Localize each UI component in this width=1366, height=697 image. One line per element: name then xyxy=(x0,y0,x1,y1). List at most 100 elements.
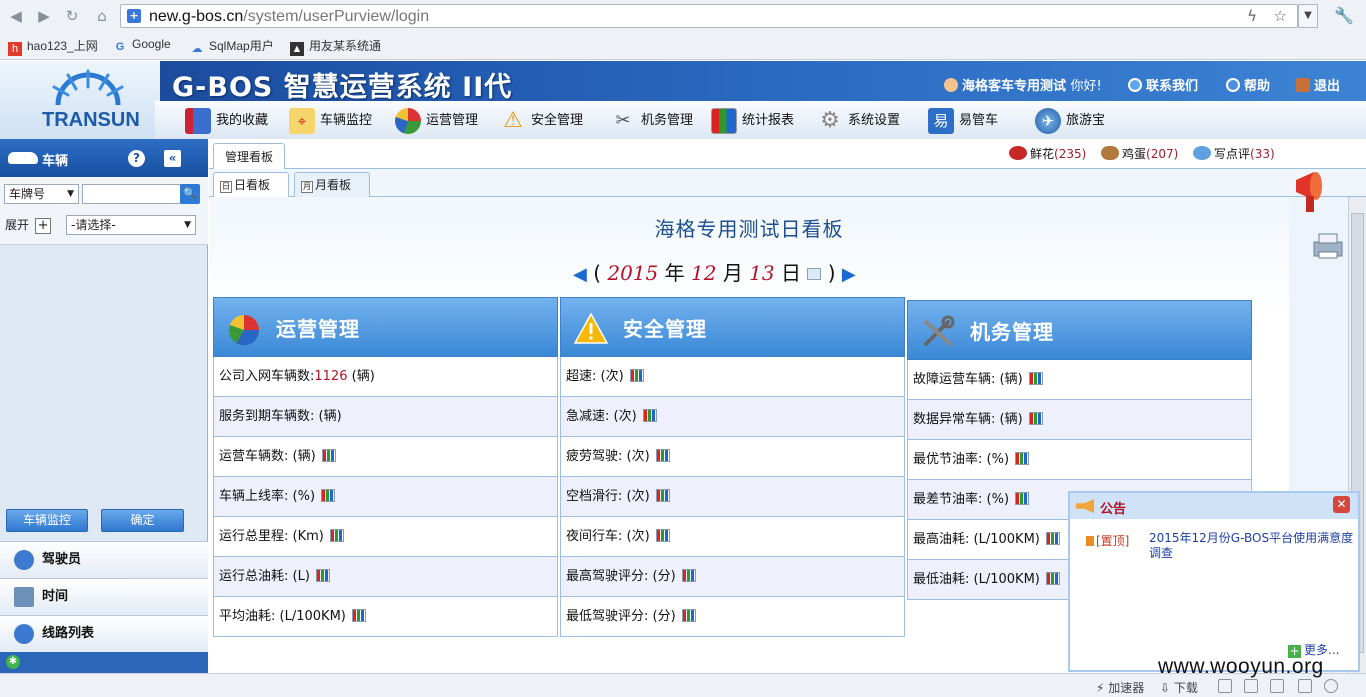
wrench-icon[interactable]: 🔧 xyxy=(1334,6,1354,25)
bulb-icon[interactable]: ✱ xyxy=(6,655,20,669)
bar-chart-icon[interactable] xyxy=(351,609,366,622)
calendar-month-icon: 月 xyxy=(301,181,313,193)
bar-chart-icon[interactable] xyxy=(1028,372,1043,385)
bookmark-star-icon[interactable]: ☆ xyxy=(1274,7,1287,25)
reward-eggs[interactable]: 鸡蛋(207) xyxy=(1101,145,1178,162)
bar-chart-icon[interactable] xyxy=(1015,492,1030,505)
date-month: 12 xyxy=(691,261,717,285)
close-icon[interactable]: ✕ xyxy=(1333,496,1350,513)
expand-toggle[interactable]: 展开 + xyxy=(5,216,52,234)
bar-chart-icon[interactable] xyxy=(655,489,670,502)
bar-chart-icon[interactable] xyxy=(655,449,670,462)
date-year: 2015 xyxy=(607,261,659,285)
metric-row: 急减速: (次) xyxy=(560,397,905,437)
tab-daily-board[interactable]: 日日看板 xyxy=(213,172,289,198)
bar-chart-icon[interactable] xyxy=(1045,572,1060,585)
download-button[interactable]: ⇩ 下载 xyxy=(1160,679,1198,696)
menu-travel[interactable]: ✈ 旅游宝 xyxy=(1035,106,1105,136)
sidebar-section-drivers[interactable]: 驾驶员 xyxy=(0,541,208,578)
bar-chart-icon[interactable] xyxy=(329,529,344,542)
yi-icon: 易 xyxy=(928,107,954,134)
printer-icon[interactable] xyxy=(1312,232,1344,260)
bookmark-yonyou[interactable]: ▲ 用友某系统通 xyxy=(290,37,381,56)
bookmark-google[interactable]: G Google xyxy=(113,37,171,54)
menu-vehicle-monitor[interactable]: ⌖ 车辆监控 xyxy=(289,106,372,136)
bar-chart-icon[interactable] xyxy=(642,409,657,422)
next-day-icon[interactable]: ▶ xyxy=(842,264,856,285)
bookmark-hao123[interactable]: h hao123_上网 xyxy=(8,37,98,56)
metric-row: 运行总里程: (Km) xyxy=(213,517,558,557)
metric-row: 运营车辆数: (辆) xyxy=(213,437,558,477)
megaphone-icon[interactable] xyxy=(1292,168,1332,214)
menu-yiguanche[interactable]: 易易管车 xyxy=(928,106,998,136)
close-circle-icon[interactable] xyxy=(1324,679,1338,693)
google-icon: G xyxy=(115,41,125,53)
bar-chart-icon[interactable] xyxy=(315,569,330,582)
bar-chart-icon[interactable] xyxy=(1045,532,1060,545)
driver-icon xyxy=(14,550,34,570)
bar-chart-icon[interactable] xyxy=(629,369,644,382)
window-icon[interactable] xyxy=(1218,679,1232,693)
menu-favorites[interactable]: 我的收藏 xyxy=(185,106,268,136)
lightning-icon[interactable]: ϟ xyxy=(1247,7,1257,25)
tab-monthly-board[interactable]: 月月看板 xyxy=(294,172,370,198)
reward-review[interactable]: 写点评(33) xyxy=(1193,145,1275,162)
menu-settings[interactable]: ⚙ 系统设置 xyxy=(817,106,900,136)
menu-safety[interactable]: ⚠ 安全管理 xyxy=(500,106,583,136)
reward-flowers[interactable]: 鲜花(235) xyxy=(1009,145,1086,162)
flower-icon xyxy=(1009,146,1027,160)
bar-chart-icon[interactable] xyxy=(681,569,696,582)
metric-row: 最低驾驶评分: (分) xyxy=(560,597,905,637)
bar-chart-icon[interactable] xyxy=(655,529,670,542)
date-open-paren: ( xyxy=(593,261,602,285)
tab-dashboard[interactable]: 管理看板 xyxy=(213,143,285,170)
bar-chart-icon[interactable] xyxy=(321,449,336,462)
menu-reports[interactable]: 统计报表 xyxy=(711,106,794,136)
sidebar-section-routes[interactable]: 线路列表 xyxy=(0,615,208,652)
address-bar[interactable]: + new.g-bos.cn/system/userPurview/login … xyxy=(120,4,1298,28)
screen-icon[interactable] xyxy=(1298,679,1312,693)
sidebar-section-time[interactable]: 时间 xyxy=(0,578,208,615)
sidebar-help-icon[interactable]: ? xyxy=(128,150,145,167)
back-icon[interactable]: ◀ xyxy=(6,6,26,26)
app-title: G-BOS 智慧运营系统 II代 xyxy=(172,72,513,103)
logout-link[interactable]: 退出 xyxy=(1296,75,1340,94)
notice-popup: 公告 ✕ [置顶] 2015年12月份G-BOS平台使用满意度调查 更多... xyxy=(1068,491,1360,672)
tab-bar: 管理看板 鲜花(235) 鸡蛋(207) 写点评(33) xyxy=(209,139,1366,170)
bar-chart-icon[interactable] xyxy=(1028,412,1043,425)
logo[interactable]: TRANSUN xyxy=(0,61,160,139)
notice-link[interactable]: 2015年12月份G-BOS平台使用满意度调查 xyxy=(1149,531,1354,561)
sidebar: 车辆 ? « 车牌号 ▼ 🔍 展开 + -请选择- ▼ 车辆监控 确定 驾驶员 时间 … xyxy=(0,139,208,673)
bar-chart-icon[interactable] xyxy=(1015,452,1030,465)
logout-icon xyxy=(1296,78,1310,92)
watermark: www.wooyun.org xyxy=(1158,655,1324,678)
reload-icon[interactable]: ↻ xyxy=(62,6,82,26)
prev-day-icon[interactable]: ◀ xyxy=(573,264,587,285)
sub-tab-bar: 日日看板 月月看板 xyxy=(209,169,1366,198)
menu-maintenance[interactable]: ✂ 机务管理 xyxy=(610,106,693,136)
menu-operations[interactable]: 运营管理 xyxy=(395,106,478,136)
vehicle-search-input[interactable] xyxy=(82,184,182,204)
bar-chart-icon[interactable] xyxy=(681,609,696,622)
search-type-select[interactable]: 车牌号 ▼ xyxy=(4,184,79,204)
volume-icon[interactable] xyxy=(1270,679,1284,693)
collapse-sidebar-icon[interactable]: « xyxy=(164,150,181,167)
bar-chart-icon[interactable] xyxy=(321,489,336,502)
help-link[interactable]: 帮助 xyxy=(1226,75,1270,94)
trash-icon[interactable] xyxy=(1244,679,1258,693)
forward-icon[interactable]: ▶ xyxy=(34,6,54,26)
address-dropdown-button[interactable]: ▼ xyxy=(1298,4,1318,28)
bookmark-sqlmap[interactable]: ☁ SqlMap用户 xyxy=(190,37,274,56)
vehicle-monitor-button[interactable]: 车辆监控 xyxy=(6,509,88,532)
calendar-picker-icon[interactable] xyxy=(807,268,822,280)
group-select[interactable]: -请选择- ▼ xyxy=(66,215,196,235)
notice-header: 公告 ✕ xyxy=(1070,493,1358,519)
confirm-button[interactable]: 确定 xyxy=(101,509,184,532)
secure-site-icon: + xyxy=(127,9,141,23)
chevron-down-icon: ▼ xyxy=(67,189,74,199)
contact-link[interactable]: 联系我们 xyxy=(1128,75,1198,94)
browser-toolbar: ◀ ▶ ↻ ⌂ + new.g-bos.cn/system/userPurvie… xyxy=(0,0,1366,60)
search-icon[interactable]: 🔍 xyxy=(180,184,200,204)
accelerator-button[interactable]: ⚡ 加速器 xyxy=(1096,679,1144,696)
home-icon[interactable]: ⌂ xyxy=(92,6,112,26)
